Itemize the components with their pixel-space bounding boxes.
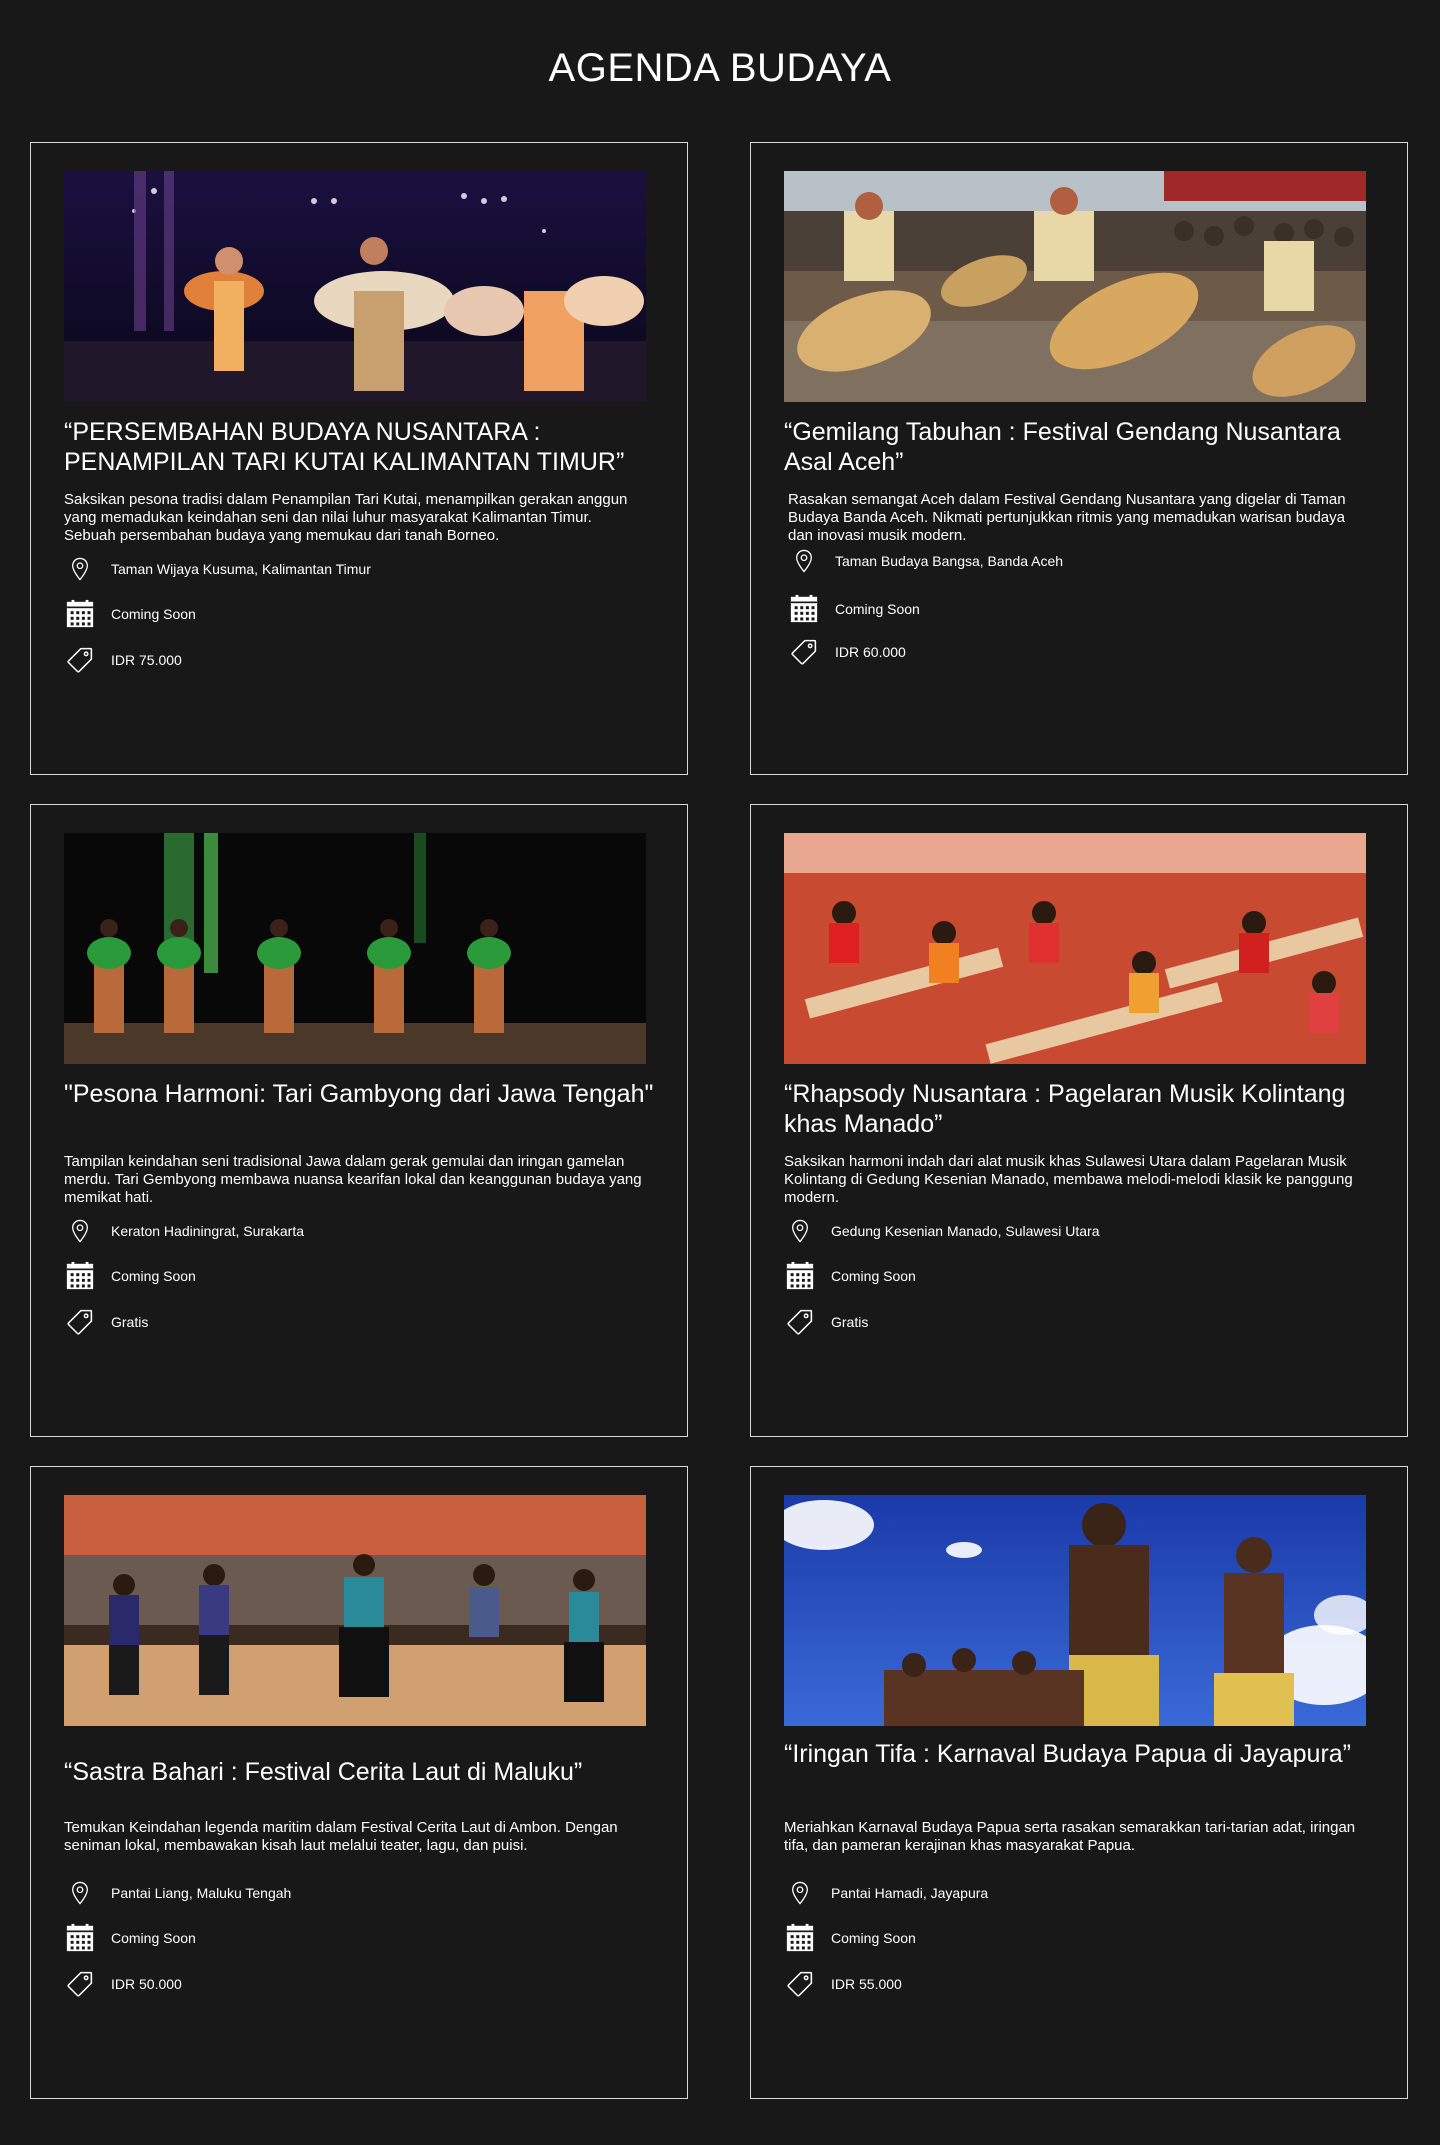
event-location: Pantai Liang, Maluku Tengah [64,1877,291,1909]
event-card[interactable]: “Gemilang Tabuhan : Festival Gendang Nus… [750,142,1408,775]
event-date: Coming Soon [64,598,196,630]
event-location: Taman Budaya Bangsa, Banda Aceh [788,545,1063,577]
event-photo-drum-aceh [784,171,1366,402]
event-location: Taman Wijaya Kusuma, Kalimantan Timur [64,553,371,585]
price-tag-icon [784,1306,816,1338]
event-price-text: IDR 50.000 [111,1976,182,1992]
calendar-icon [784,1922,816,1954]
event-location: Gedung Kesenian Manado, Sulawesi Utara [784,1215,1100,1247]
event-price: IDR 60.000 [788,636,906,668]
event-card[interactable]: “Rhapsody Nusantara : Pagelaran Musik Ko… [750,804,1408,1437]
event-location-text: Gedung Kesenian Manado, Sulawesi Utara [831,1223,1100,1239]
event-price-text: Gratis [111,1314,149,1330]
map-pin-icon [784,1215,816,1247]
calendar-icon [784,1260,816,1292]
map-pin-icon [64,553,96,585]
event-location-text: Pantai Liang, Maluku Tengah [111,1885,292,1901]
event-price: IDR 55.000 [784,1968,902,2000]
event-title: “PERSEMBAHAN BUDAYA NUSANTARA : PENAMPIL… [64,418,625,476]
calendar-icon [64,598,96,630]
event-price: Gratis [784,1306,868,1338]
event-card[interactable]: “PERSEMBAHAN BUDAYA NUSANTARA : PENAMPIL… [30,142,688,775]
event-description: Rasakan semangat Aceh dalam Festival Gen… [788,491,1346,544]
event-location-text: Pantai Hamadi, Jayapura [831,1885,989,1901]
event-location-text: Taman Wijaya Kusuma, Kalimantan Timur [111,561,371,577]
map-pin-icon [788,545,820,577]
event-card[interactable]: “Sastra Bahari : Festival Cerita Laut di… [30,1466,688,2099]
calendar-icon [64,1922,96,1954]
event-description: Saksikan pesona tradisi dalam Penampilan… [64,491,628,544]
price-tag-icon [788,636,820,668]
price-tag-icon [64,1306,96,1338]
event-date-text: Coming Soon [111,1268,196,1284]
event-date-text: Coming Soon [111,1930,196,1946]
event-title: "Pesona Harmoni: Tari Gambyong dari Jawa… [64,1080,654,1108]
price-tag-icon [64,644,96,676]
event-description: Temukan Keindahan legenda maritim dalam … [64,1819,618,1854]
event-date: Coming Soon [784,1260,916,1292]
event-date-text: Coming Soon [831,1930,916,1946]
event-description: Meriahkan Karnaval Budaya Papua serta ra… [784,1819,1356,1854]
map-pin-icon [784,1877,816,1909]
map-pin-icon [64,1877,96,1909]
event-date-text: Coming Soon [835,601,920,617]
price-tag-icon [784,1968,816,2000]
page-title: AGENDA BUDAYA [548,46,892,90]
calendar-icon [64,1260,96,1292]
event-card[interactable]: "Pesona Harmoni: Tari Gambyong dari Jawa… [30,804,688,1437]
event-photo-maluku-festival [64,1495,646,1726]
event-date-text: Coming Soon [111,606,196,622]
event-title: “Gemilang Tabuhan : Festival Gendang Nus… [784,418,1341,476]
event-price-text: Gratis [831,1314,869,1330]
event-location-text: Taman Budaya Bangsa, Banda Aceh [835,553,1064,569]
calendar-icon [788,593,820,625]
event-price-text: IDR 55.000 [831,1976,902,1992]
event-card[interactable]: “Iringan Tifa : Karnaval Budaya Papua di… [750,1466,1408,2099]
event-location: Keraton Hadiningrat, Surakarta [64,1215,304,1247]
event-price: IDR 75.000 [64,644,182,676]
event-date-text: Coming Soon [831,1268,916,1284]
event-date: Coming Soon [788,593,920,625]
event-date: Coming Soon [64,1922,196,1954]
event-date: Coming Soon [64,1260,196,1292]
event-price: Gratis [64,1306,148,1338]
event-price-text: IDR 75.000 [111,652,182,668]
event-price-text: IDR 60.000 [835,644,906,660]
event-photo-kolintang [784,833,1366,1064]
event-photo-dance-kutai [64,171,646,402]
event-location: Pantai Hamadi, Jayapura [784,1877,988,1909]
map-pin-icon [64,1215,96,1247]
event-photo-gambyong-dance [64,833,646,1064]
event-description: Saksikan harmoni indah dari alat musik k… [784,1153,1353,1206]
price-tag-icon [64,1968,96,2000]
event-title: “Rhapsody Nusantara : Pagelaran Musik Ko… [784,1080,1346,1138]
event-date: Coming Soon [784,1922,916,1954]
event-title: “Sastra Bahari : Festival Cerita Laut di… [64,1758,583,1786]
event-location-text: Keraton Hadiningrat, Surakarta [111,1223,304,1239]
event-price: IDR 50.000 [64,1968,182,2000]
event-title: “Iringan Tifa : Karnaval Budaya Papua di… [784,1740,1352,1768]
event-photo-papua-carnival [784,1495,1366,1726]
event-description: Tampilan keindahan seni tradisional Jawa… [64,1153,642,1206]
